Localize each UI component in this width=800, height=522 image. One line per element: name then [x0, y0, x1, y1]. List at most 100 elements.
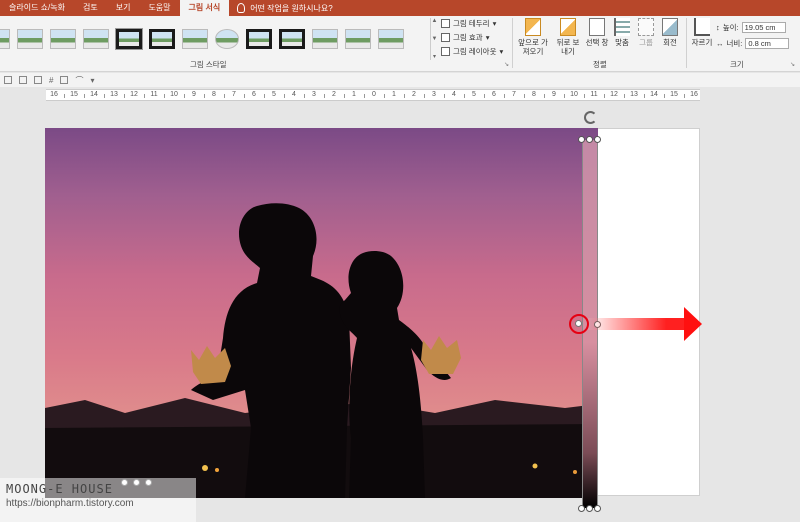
- ruler-number: 2: [332, 91, 336, 98]
- rotate-icon: [662, 18, 678, 36]
- ruler-tick: [384, 94, 385, 98]
- shape-icon[interactable]: [4, 76, 12, 84]
- more-icon[interactable]: ▾: [90, 76, 94, 85]
- send-backward-icon: [560, 18, 576, 36]
- ruler-tick: [464, 94, 465, 98]
- ruler-tick: [64, 94, 65, 98]
- resize-handle[interactable]: [586, 136, 593, 143]
- grid-icon[interactable]: #: [49, 76, 53, 85]
- quick-access-toolbar: # ⌒ ▾: [0, 73, 800, 87]
- ruler-tick: [624, 94, 625, 98]
- width-icon: ↔: [716, 39, 724, 48]
- silhouette-image: [45, 203, 598, 498]
- ruler-number: 13: [110, 91, 118, 98]
- resize-handle[interactable]: [578, 136, 585, 143]
- picture-layout-button[interactable]: 그림 레이아웃 ▾: [441, 46, 511, 57]
- picture-style-13[interactable]: [378, 29, 404, 49]
- tab-help[interactable]: 도움말: [139, 0, 179, 16]
- watermark: MOONG-E HOUSE https://bionpharm.tistory.…: [0, 478, 196, 522]
- scroll-down-icon[interactable]: ▼: [432, 36, 438, 42]
- picture-style-1[interactable]: [0, 29, 10, 49]
- ruler-tick: [364, 94, 365, 98]
- crop-button[interactable]: 자르기: [690, 18, 714, 47]
- ruler-tick: [584, 94, 585, 98]
- picture-style-6[interactable]: [149, 29, 175, 49]
- picture-style-10[interactable]: [279, 29, 305, 49]
- ruler-number: 7: [232, 91, 236, 98]
- picture-style-7[interactable]: [182, 29, 208, 49]
- tell-me-box[interactable]: 어떤 작업을 원하시나요?: [229, 3, 333, 14]
- picture-style-9[interactable]: [246, 29, 272, 49]
- rotate-handle-icon[interactable]: [584, 111, 597, 124]
- annotation-arrow-icon: [684, 307, 702, 341]
- ribbon: ▲ ▼ ▾ 그림 테두리 ▾ 그림 효과 ▾ 그림 레이아웃 ▾ 그림 스타일 ↘ 앞…: [0, 16, 800, 72]
- picture-style-5[interactable]: [115, 28, 143, 50]
- ruler-tick: [184, 94, 185, 98]
- ruler-tick: [504, 94, 505, 98]
- shape-icon[interactable]: [34, 76, 42, 84]
- send-backward-button[interactable]: 뒤로 보내기: [554, 18, 582, 56]
- picture-style-4[interactable]: [83, 29, 109, 49]
- watermark-url: https://bionpharm.tistory.com: [6, 498, 134, 509]
- picture-effects-button[interactable]: 그림 효과 ▾: [441, 32, 511, 43]
- width-control: ↔ 너비: 0.8 cm: [716, 38, 790, 49]
- ruler-tick: [84, 94, 85, 98]
- resize-handle[interactable]: [586, 505, 593, 512]
- ruler-number: 0: [372, 91, 376, 98]
- picture-border-icon: [441, 19, 450, 28]
- ruler-tick: [564, 94, 565, 98]
- ruler-number: 16: [50, 91, 58, 98]
- ruler-tick: [644, 94, 645, 98]
- height-input[interactable]: 19.05 cm: [741, 22, 786, 33]
- horizontal-ruler: 16 15 14 13 12 11 10 9 8 7 6 5 4 3 2 1 0 1 2 3 4 5 6 7 8 9 10 11 12 1…: [46, 89, 700, 101]
- size-dialog-launcher-icon[interactable]: ↘: [790, 61, 795, 68]
- picture-style-3[interactable]: [50, 29, 76, 49]
- picture-style-2[interactable]: [17, 29, 43, 49]
- tab-picture-format[interactable]: 그림 서식: [179, 0, 230, 16]
- ruler-number: 6: [252, 91, 256, 98]
- ruler-number: 10: [570, 91, 578, 98]
- resize-handle[interactable]: [594, 136, 601, 143]
- align-button[interactable]: 맞춤: [612, 18, 632, 47]
- rotate-button[interactable]: 회전: [660, 18, 680, 47]
- left-resize-handle[interactable]: [575, 320, 582, 327]
- ruler-number: 5: [472, 91, 476, 98]
- picture-effects-icon: [441, 33, 450, 42]
- resize-handle[interactable]: [594, 505, 601, 512]
- ribbon-tab-bar: 슬라이드 쇼/녹화 검토 보기 도움말 그림 서식 어떤 작업을 원하시나요?: [0, 0, 800, 16]
- bring-forward-button[interactable]: 앞으로 가져오기: [516, 18, 550, 56]
- group-label-picture-styles: 그림 스타일: [190, 60, 227, 69]
- annotation-arrow-shaft: [588, 318, 686, 330]
- checkbox-icon[interactable]: [60, 76, 69, 84]
- tab-review[interactable]: 검토: [74, 0, 107, 16]
- picture-style-8[interactable]: [215, 29, 239, 49]
- ruler-tick: [344, 94, 345, 98]
- gallery-more-icon[interactable]: ▾: [433, 53, 436, 60]
- ruler-number: 12: [610, 91, 618, 98]
- group-button[interactable]: 그룹: [636, 18, 656, 47]
- ruler-tick: [404, 94, 405, 98]
- picture-style-11[interactable]: [312, 29, 338, 49]
- picture-border-button[interactable]: 그림 테두리 ▾: [441, 18, 511, 29]
- ruler-tick: [544, 94, 545, 98]
- tab-slideshow-record[interactable]: 슬라이드 쇼/녹화: [0, 0, 74, 16]
- ruler-number: 3: [432, 91, 436, 98]
- shape-icon[interactable]: [19, 76, 27, 84]
- ruler-number: 8: [212, 91, 216, 98]
- selection-pane-button[interactable]: 선택 창: [584, 18, 610, 47]
- mountain-icon[interactable]: ⌒: [75, 75, 83, 86]
- ruler-number: 4: [452, 91, 456, 98]
- ruler-number: 6: [492, 91, 496, 98]
- tab-view[interactable]: 보기: [107, 0, 140, 16]
- height-icon: ↕: [716, 23, 720, 32]
- picture-style-gallery: [0, 20, 430, 58]
- dialog-launcher-icon[interactable]: ↘: [504, 61, 509, 68]
- tell-me-text: 어떤 작업을 원하시나요?: [250, 3, 333, 13]
- scroll-up-icon[interactable]: ▲: [432, 18, 438, 24]
- ruler-tick: [664, 94, 665, 98]
- gallery-scroll[interactable]: ▲ ▼ ▾: [430, 18, 438, 60]
- resize-handle[interactable]: [578, 505, 585, 512]
- picture-sunset-couple[interactable]: [45, 128, 598, 498]
- picture-style-12[interactable]: [345, 29, 371, 49]
- width-input[interactable]: 0.8 cm: [745, 38, 790, 49]
